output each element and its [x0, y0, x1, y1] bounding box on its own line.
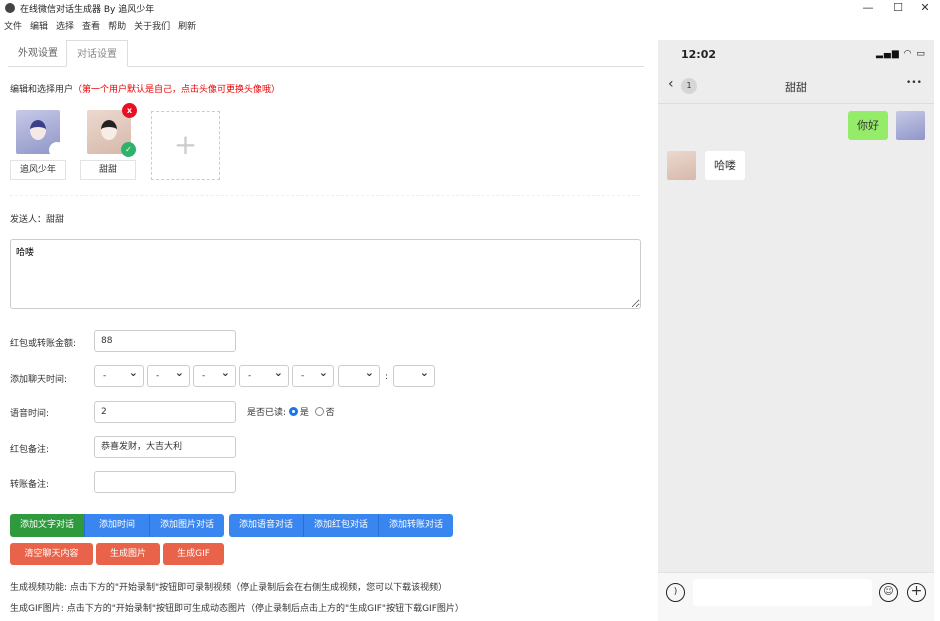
unselected-indicator[interactable]: [49, 142, 65, 158]
divider: [10, 195, 640, 196]
video-hint: 生成视频功能: 点击下方的"开始录制"按钮即可录制视频（停止录制后会在右侧生成视…: [10, 583, 448, 593]
chat-input-bar: ) ☺ +: [658, 572, 934, 621]
amount-label: 红包或转账金额:: [10, 339, 77, 349]
user-name-self[interactable]: 追风少年: [10, 160, 66, 180]
status-time: 12:02: [681, 48, 717, 61]
add-time-button[interactable]: 添加时间: [85, 514, 151, 537]
chat-header: ‹ 1 甜甜 •••: [658, 68, 934, 104]
menu-select[interactable]: 选择: [56, 19, 74, 32]
chat-title: 甜甜: [785, 81, 807, 94]
gif-hint: 生成GIF图片: 点击下方的"开始录制"按钮即可生成动态图片（停止录制后点击上方…: [10, 604, 464, 614]
menu-view[interactable]: 查看: [82, 19, 100, 32]
users-heading-text: 编辑和选择用户: [10, 85, 74, 95]
sender-value: 甜甜: [46, 215, 65, 225]
amount-input[interactable]: 88: [94, 330, 236, 352]
more-icon[interactable]: •••: [906, 78, 922, 88]
settings-tabs: 外观设置 对话设置: [8, 40, 644, 67]
time-label: 添加聊天时间:: [10, 375, 68, 385]
maximize-button[interactable]: ☐: [883, 0, 913, 16]
minimize-button[interactable]: —: [853, 0, 883, 16]
redpacket-note-label: 红包备注:: [10, 445, 50, 455]
generate-gif-button[interactable]: 生成GIF: [163, 543, 224, 565]
add-image-button[interactable]: 添加图片对话: [150, 514, 225, 537]
menu-bar: 文件 编辑 选择 查看 帮助 关于我们 刷新: [0, 19, 196, 32]
menu-refresh[interactable]: 刷新: [178, 19, 196, 32]
chat-text-input[interactable]: [693, 579, 872, 606]
minute-select[interactable]: [393, 363, 435, 387]
message-textarea[interactable]: 哈喽: [10, 239, 641, 309]
read-status-label: 是否已读:: [247, 408, 287, 418]
self-avatar: [896, 111, 925, 140]
generate-image-button[interactable]: 生成图片: [96, 543, 160, 565]
add-transfer-button[interactable]: 添加转账对话: [379, 514, 454, 537]
delete-user-icon[interactable]: x: [122, 103, 137, 118]
transfer-note-input[interactable]: [94, 471, 236, 493]
voice-duration-input[interactable]: 2: [94, 401, 236, 423]
transfer-note-label: 转账备注:: [10, 480, 50, 490]
plus-icon[interactable]: +: [907, 583, 926, 602]
year-select[interactable]: -: [94, 363, 144, 387]
period-select[interactable]: -: [292, 363, 334, 387]
status-icons: ▂▄▆ ◠ ▭: [876, 49, 926, 59]
users-heading: 编辑和选择用户（第一个用户默认是自己，点击头像可更换头像哦）: [10, 82, 280, 95]
add-text-button[interactable]: 添加文字对话: [10, 514, 86, 537]
sender-label: 发送人：: [10, 215, 47, 225]
emoji-icon[interactable]: ☺: [879, 583, 898, 602]
tab-appearance[interactable]: 外观设置: [8, 40, 68, 67]
other-message-bubble: 哈喽: [705, 151, 745, 180]
tab-dialog[interactable]: 对话设置: [66, 40, 128, 67]
add-redpacket-button[interactable]: 添加红包对话: [304, 514, 380, 537]
close-button[interactable]: ✕: [910, 0, 940, 16]
phone-preview: 12:02 ▂▄▆ ◠ ▭ ‹ 1 甜甜 ••• 你好 哈喽 ) ☺ +: [658, 40, 934, 621]
weekday-select[interactable]: -: [239, 363, 289, 387]
users-note: （第一个用户默认是自己，点击头像可更换头像哦）: [73, 85, 281, 95]
add-button-group-1: 添加文字对话 添加时间 添加图片对话: [10, 514, 225, 537]
day-select[interactable]: -: [193, 363, 236, 387]
read-status-row: 是否已读: 是 否: [247, 405, 335, 418]
user-name-other[interactable]: 甜甜: [80, 160, 136, 180]
month-select[interactable]: -: [147, 363, 190, 387]
menu-edit[interactable]: 编辑: [30, 19, 48, 32]
clear-chat-button[interactable]: 清空聊天内容: [10, 543, 93, 565]
read-yes-radio[interactable]: [288, 407, 298, 416]
redpacket-note-input[interactable]: 恭喜发财，大吉大利: [94, 436, 236, 458]
read-no-radio[interactable]: [314, 407, 324, 416]
other-avatar: [667, 151, 696, 180]
check-icon: ✓: [121, 142, 136, 157]
add-voice-button[interactable]: 添加语音对话: [229, 514, 305, 537]
sender-row: 发送人：甜甜: [10, 212, 64, 225]
window-title: 在线微信对话生成器 By 追风少年: [20, 5, 155, 15]
voice-icon[interactable]: ): [666, 583, 685, 602]
menu-about[interactable]: 关于我们: [134, 19, 170, 32]
menu-help[interactable]: 帮助: [108, 19, 126, 32]
add-user-button[interactable]: +: [151, 111, 220, 180]
app-icon: [5, 3, 15, 13]
menu-file[interactable]: 文件: [4, 19, 22, 32]
self-message-bubble: 你好: [848, 111, 888, 140]
title-bar: 在线微信对话生成器 By 追风少年 — ☐ ✕: [0, 0, 940, 16]
hour-select[interactable]: [338, 363, 380, 387]
read-no-label[interactable]: 否: [326, 408, 335, 418]
voice-label: 语音时间:: [10, 409, 50, 419]
read-yes-label[interactable]: 是: [300, 408, 309, 418]
time-colon: :: [385, 372, 389, 382]
add-button-group-2: 添加语音对话 添加红包对话 添加转账对话: [229, 514, 454, 537]
